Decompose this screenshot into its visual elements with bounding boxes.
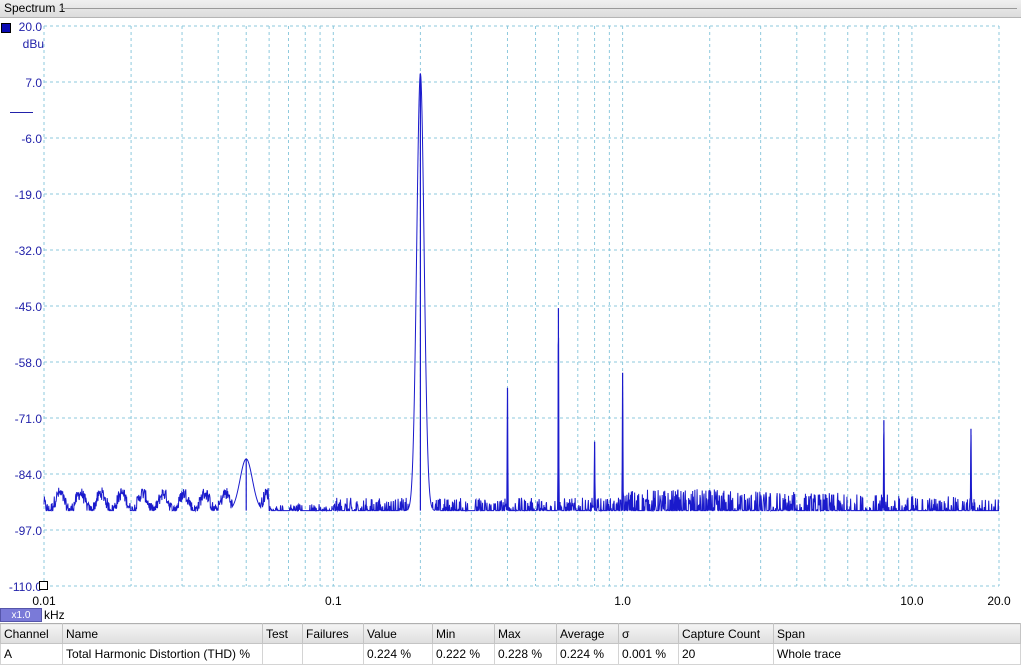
table-cell: A bbox=[0, 643, 63, 665]
axis-corner-box[interactable] bbox=[39, 581, 48, 590]
x-tick-label: 20.0 bbox=[987, 594, 1011, 607]
trace-color-legend[interactable] bbox=[1, 23, 11, 33]
table-cell: 0.001 % bbox=[618, 643, 679, 665]
table-cell bbox=[262, 643, 303, 665]
x-axis-units: kHz bbox=[44, 608, 65, 622]
table-cell: Total Harmonic Distortion (THD) % bbox=[62, 643, 263, 665]
column-header-10[interactable]: Span bbox=[773, 623, 1021, 644]
column-header-4[interactable]: Value bbox=[363, 623, 433, 644]
table-cell: 0.224 % bbox=[363, 643, 433, 665]
y-axis-units: dBu bbox=[22, 37, 44, 51]
table-cell: 0.228 % bbox=[494, 643, 557, 665]
column-header-6[interactable]: Max bbox=[494, 623, 557, 644]
y-tick-label: -84.0 bbox=[15, 468, 43, 482]
results-body: A Total Harmonic Distortion (THD) % 0.224 … bbox=[0, 643, 1021, 665]
table-cell bbox=[302, 643, 364, 665]
tab-spectrum[interactable]: Spectrum 1 bbox=[0, 0, 69, 16]
y-tick-label: 7.0 bbox=[25, 76, 42, 90]
x-tick-label: 0.01 bbox=[32, 594, 56, 607]
x-tick-label: 0.1 bbox=[325, 594, 342, 607]
x-tick-label: 1.0 bbox=[614, 594, 631, 607]
y-tick-label: 20.0 bbox=[19, 20, 43, 34]
y-tick-label: -58.0 bbox=[15, 356, 43, 370]
trace-marker bbox=[10, 112, 33, 113]
column-header-8[interactable]: σ bbox=[618, 623, 679, 644]
table-row[interactable]: A Total Harmonic Distortion (THD) % 0.224 … bbox=[0, 643, 1021, 665]
y-tick-label: -6.0 bbox=[21, 132, 42, 146]
column-header-2[interactable]: Test bbox=[262, 623, 303, 644]
y-tick-label: -32.0 bbox=[15, 244, 43, 258]
column-header-1[interactable]: Name bbox=[62, 623, 263, 644]
y-tick-label: -110.0 bbox=[9, 580, 42, 594]
column-header-9[interactable]: Capture Count bbox=[678, 623, 774, 644]
x-tick-label: 10.0 bbox=[900, 594, 924, 607]
spectrum-chart[interactable]: 20.0 7.0 -6.0 -19.0 -32.0 -45.0 -58.0 -71.0 -84.… bbox=[0, 17, 1021, 607]
table-cell: 0.224 % bbox=[556, 643, 619, 665]
column-header-7[interactable]: Average bbox=[556, 623, 619, 644]
spectrum-trace bbox=[43, 73, 1000, 513]
y-tick-label: -45.0 bbox=[15, 300, 43, 314]
tab-divider bbox=[62, 8, 1017, 9]
y-tick-label: -71.0 bbox=[15, 412, 43, 426]
column-header-3[interactable]: Failures bbox=[302, 623, 364, 644]
results-table: Channel Name Test Failures Value Min Max Averag… bbox=[0, 623, 1021, 665]
table-cell: 0.222 % bbox=[432, 643, 495, 665]
zoom-button[interactable]: x1.0 bbox=[0, 608, 42, 622]
results-header-row: Channel Name Test Failures Value Min Max Averag… bbox=[0, 623, 1021, 644]
y-tick-label: -19.0 bbox=[15, 188, 43, 202]
table-cell: Whole trace bbox=[773, 643, 1021, 665]
table-cell: 20 bbox=[678, 643, 774, 665]
column-header-0[interactable]: Channel bbox=[0, 623, 63, 644]
column-header-5[interactable]: Min bbox=[432, 623, 495, 644]
tab-bar: Spectrum 1 bbox=[0, 0, 1021, 18]
y-tick-label: -97.0 bbox=[15, 524, 43, 538]
